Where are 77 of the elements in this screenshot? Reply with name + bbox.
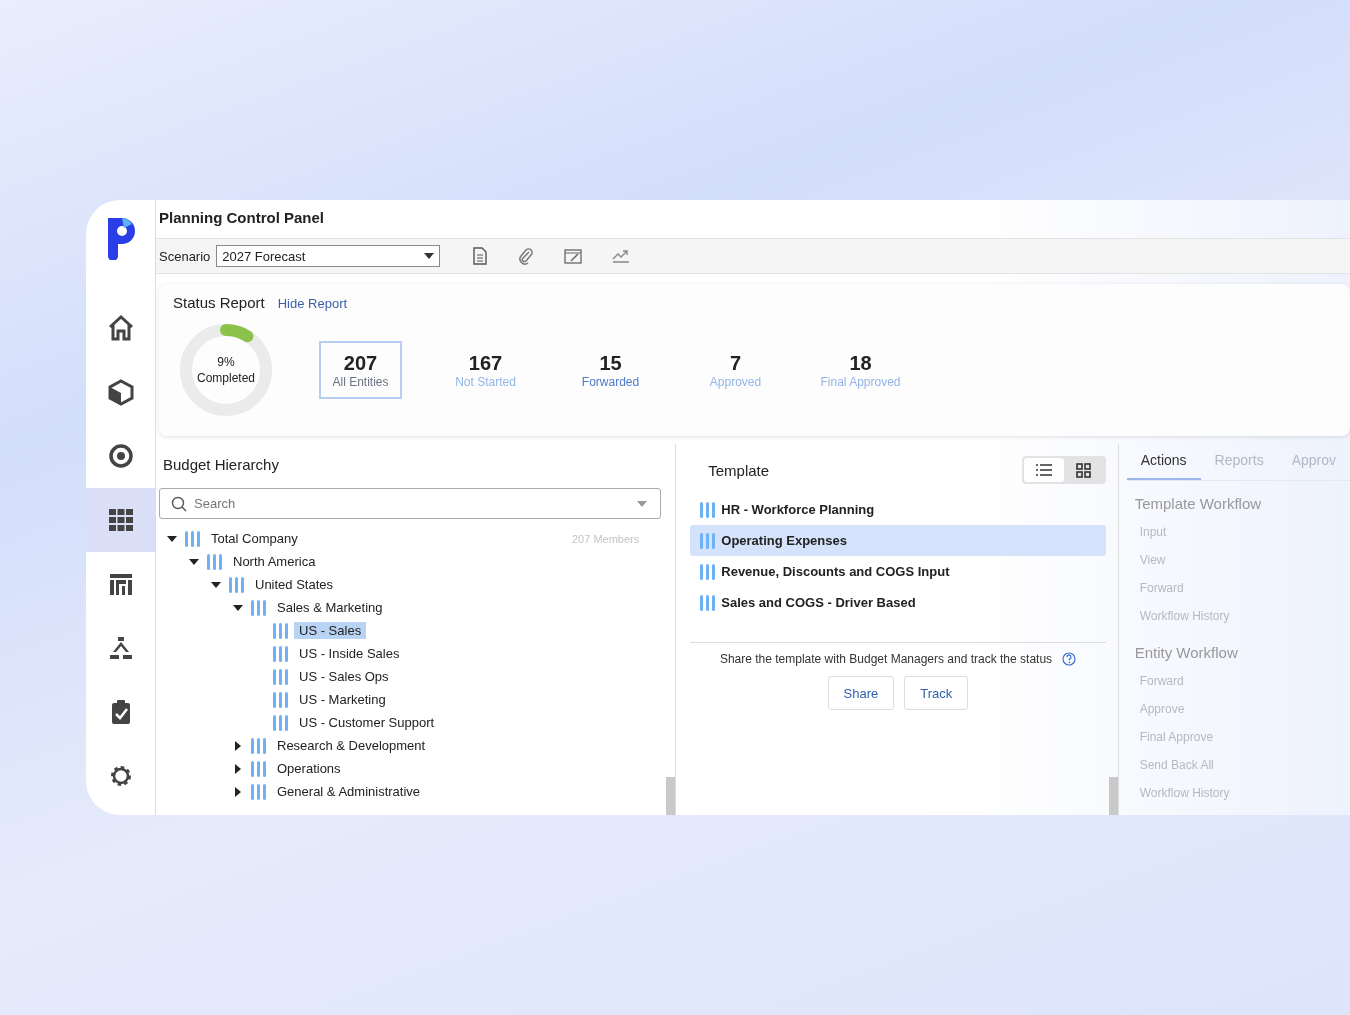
member-icon	[251, 760, 267, 777]
document-icon[interactable]	[472, 247, 489, 265]
workflow-section-title: Template Workflow	[1134, 495, 1263, 512]
collapse-arrow-icon[interactable]	[211, 579, 221, 590]
member-icon	[251, 737, 267, 754]
grid-icon	[1076, 462, 1092, 478]
caret-icon	[424, 253, 435, 259]
status-stat[interactable]: 18 Final Approved	[819, 341, 902, 399]
share-hint: Share the template with Budget Managers and track the status	[719, 652, 1053, 666]
member-icon	[251, 783, 267, 800]
trend-chart-icon[interactable]	[612, 248, 631, 264]
expand-arrow-icon[interactable]	[233, 740, 243, 751]
template-item[interactable]: Operating Expenses	[690, 525, 1106, 556]
caret-icon	[637, 501, 648, 507]
tree-item[interactable]: General & Administrative	[272, 783, 426, 800]
tree-item[interactable]: US - Marketing	[294, 691, 391, 708]
member-icon	[273, 622, 289, 639]
tree-item[interactable]: Research & Development	[272, 737, 431, 754]
tree-item[interactable]: Total Company	[206, 530, 303, 547]
scenario-label: Scenario	[159, 248, 211, 264]
template-item[interactable]: HR - Workforce Planning	[690, 494, 1106, 525]
tree-item[interactable]: North America	[228, 553, 321, 570]
help-icon[interactable]	[1062, 652, 1077, 666]
member-icon	[700, 532, 717, 549]
list-icon	[1035, 464, 1052, 476]
member-icon	[700, 563, 717, 580]
member-icon	[273, 691, 289, 708]
home-icon	[106, 314, 135, 342]
list-view-button[interactable]	[1023, 458, 1064, 482]
progress-label: Completed	[197, 370, 255, 386]
status-stat[interactable]: 15 Forwarded	[569, 341, 652, 399]
hide-report-link[interactable]: Hide Report	[277, 296, 348, 311]
collapse-handle[interactable]	[666, 777, 676, 815]
budget-hierarchy-title: Budget Hierarchy	[162, 456, 280, 473]
window-title: Planning Control Panel	[158, 208, 325, 228]
member-icon	[207, 553, 223, 570]
expand-handle[interactable]	[1108, 777, 1118, 815]
track-button[interactable]: Track	[904, 676, 969, 710]
member-icon	[185, 530, 201, 547]
expand-arrow-icon[interactable]	[233, 786, 243, 797]
cube-icon	[106, 378, 135, 406]
status-report-title: Status Report	[173, 294, 265, 311]
member-icon	[273, 645, 289, 662]
expand-arrow-icon[interactable]	[233, 763, 243, 774]
edit-form-icon[interactable]	[564, 248, 583, 264]
member-icon	[700, 501, 717, 518]
tree-item[interactable]: US - Sales	[294, 622, 367, 639]
member-icon	[229, 576, 245, 593]
collapse-arrow-icon[interactable]	[167, 533, 177, 544]
tree-item[interactable]: Operations	[272, 760, 346, 777]
template-item[interactable]: Sales and COGS - Driver Based	[690, 587, 1106, 618]
progress-percent: 9%	[217, 354, 235, 370]
member-icon	[273, 668, 289, 685]
status-stat[interactable]: 167 Not Started	[444, 341, 527, 399]
grid-icon	[106, 506, 135, 534]
tree-item[interactable]: US - Customer Support	[294, 714, 440, 731]
tree-item[interactable]: Sales & Marketing	[272, 599, 388, 616]
collapse-arrow-icon[interactable]	[189, 556, 199, 567]
status-stat[interactable]: 207 All Entities	[319, 341, 402, 399]
scenario-dropdown[interactable]: 2027 Forecast	[216, 245, 441, 267]
share-button[interactable]: Share	[827, 676, 895, 710]
collapse-arrow-icon[interactable]	[233, 602, 243, 613]
paperclip-icon[interactable]	[518, 247, 535, 265]
status-stat[interactable]: 7 Approved	[694, 341, 777, 399]
search-field[interactable]: Search	[159, 488, 662, 519]
member-icon	[700, 594, 717, 611]
workflow-section-title: Entity Workflow	[1134, 644, 1239, 661]
member-icon	[273, 714, 289, 731]
tree-item[interactable]: US - Inside Sales	[294, 645, 405, 662]
target-icon	[106, 442, 135, 470]
panel-tab[interactable]: Actions	[1126, 444, 1201, 480]
member-icon	[251, 599, 267, 616]
tree-item[interactable]: US - Sales Ops	[294, 668, 394, 685]
nav-item[interactable]	[86, 488, 155, 552]
tree-item[interactable]: United States	[250, 576, 339, 593]
template-title: Template	[707, 461, 770, 479]
template-item[interactable]: Revenue, Discounts and COGS Input	[690, 556, 1106, 587]
